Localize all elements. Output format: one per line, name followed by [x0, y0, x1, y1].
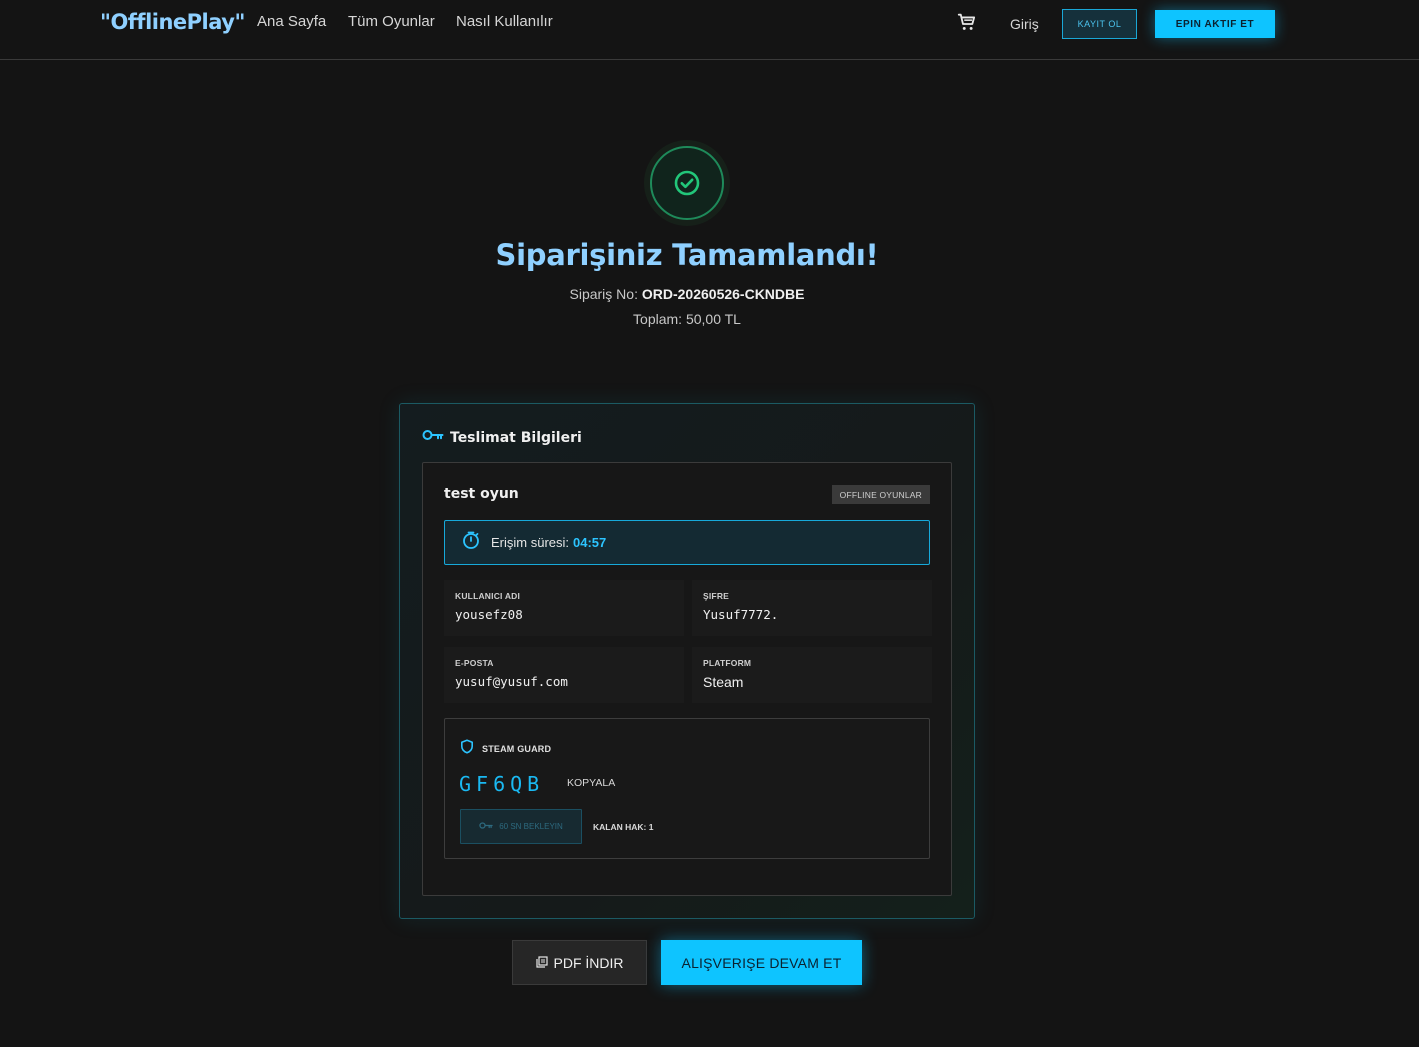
steam-guard-code: GF6QB: [459, 772, 545, 796]
nav-link-all-games[interactable]: Tüm Oyunlar: [348, 13, 435, 30]
copy-code-button[interactable]: KOPYALA: [567, 777, 615, 789]
cart-icon[interactable]: [956, 11, 978, 33]
download-pdf-label: PDF İNDIR: [553, 954, 624, 971]
steam-guard-panel: STEAM GUARD GF6QB KOPYALA 60 SN BEKLEYIN…: [444, 718, 930, 859]
timer-value: 04:57: [573, 535, 607, 550]
order-total: Toplam: 50,00 TL: [633, 311, 741, 327]
login-link[interactable]: Giriş: [1010, 16, 1039, 32]
username-value[interactable]: yousefz08: [455, 607, 523, 622]
order-number-label: Sipariş No:: [569, 286, 638, 302]
page-title: Siparişiniz Tamamlandı!: [495, 238, 879, 272]
shield-icon: [460, 739, 474, 759]
check-circle-icon: [650, 146, 724, 220]
email-field[interactable]: E-POSTA yusuf@yusuf.com: [444, 647, 684, 703]
top-navbar: "OfflinePlay" Ana Sayfa Tüm Oyunlar Nası…: [0, 0, 1419, 60]
key-icon: [479, 821, 493, 832]
steam-guard-header: STEAM GUARD: [460, 739, 551, 759]
remaining-attempts: KALAN HAK: 1: [593, 822, 654, 832]
refresh-code-label: 60 SN BEKLEYIN: [499, 822, 563, 831]
nav-link-how-to-use[interactable]: Nasıl Kullanılır: [456, 13, 553, 30]
username-label: KULLANICI ADI: [455, 591, 521, 601]
order-number-value: ORD-20260526-CKNDBE: [641, 286, 805, 302]
document-icon: [535, 955, 548, 971]
email-label: E-POSTA: [455, 658, 494, 668]
delivery-card-title: Teslimat Bilgileri: [450, 429, 582, 446]
access-timer: Erişim süresi: 04:57: [444, 520, 930, 565]
password-label: ŞIFRE: [703, 591, 730, 601]
refresh-code-button[interactable]: 60 SN BEKLEYIN: [460, 809, 582, 844]
password-value[interactable]: Yusuf7772.: [703, 607, 778, 622]
platform-value: Steam: [703, 674, 744, 690]
site-logo[interactable]: "OfflinePlay": [100, 10, 245, 34]
item-name: test oyun: [444, 486, 519, 502]
category-badge: OFFLINE OYUNLAR: [831, 485, 930, 504]
delivery-card-header: Teslimat Bilgileri: [422, 428, 582, 447]
delivery-item: test oyun OFFLINE OYUNLAR Erişim süresi:…: [422, 462, 952, 896]
steam-guard-title: STEAM GUARD: [482, 744, 552, 754]
nav-link-home[interactable]: Ana Sayfa: [257, 13, 326, 30]
continue-shopping-button[interactable]: ALIŞVERIŞE DEVAM ET: [661, 940, 862, 985]
platform-field: PLATFORM Steam: [692, 647, 932, 703]
platform-label: PLATFORM: [703, 658, 752, 668]
password-field[interactable]: ŞIFRE Yusuf7772.: [692, 580, 932, 636]
key-icon: [422, 428, 444, 447]
delivery-card: Teslimat Bilgileri test oyun OFFLINE OYU…: [399, 403, 975, 919]
download-pdf-button[interactable]: PDF İNDIR: [512, 940, 647, 985]
timer-label: Erişim süresi:: [491, 535, 570, 550]
activate-epin-button[interactable]: EPIN AKTIF ET: [1155, 10, 1275, 38]
stopwatch-icon: [461, 530, 481, 555]
email-value[interactable]: yusuf@yusuf.com: [455, 674, 568, 689]
username-field[interactable]: KULLANICI ADI yousefz08: [444, 580, 684, 636]
order-number: Sipariş No: ORD-20260526-CKNDBE: [0, 286, 1374, 302]
register-button[interactable]: KAYIT OL: [1062, 9, 1137, 39]
